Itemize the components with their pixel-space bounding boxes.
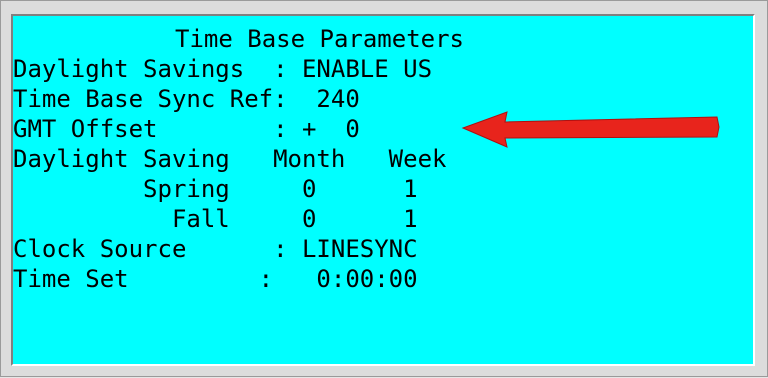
window-frame: Time Base Parameters Daylight Savings : … [0, 0, 768, 377]
arrow-left-icon [461, 111, 720, 148]
